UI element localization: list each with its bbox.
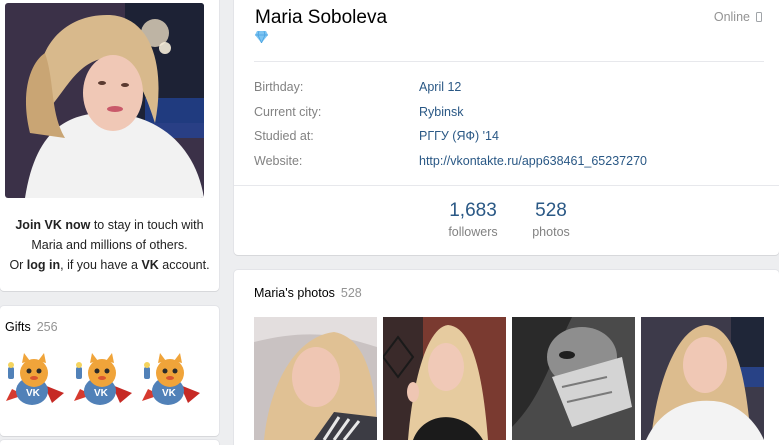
education-link[interactable]: РГГУ (ЯФ) '14 [419,129,499,143]
photos-title: Maria's photos [254,286,335,300]
followers-count: 1,683 [449,200,497,221]
phone-icon [756,12,762,22]
join-text-3: Or [9,258,27,272]
cat-gift-icon[interactable]: VK [140,349,202,411]
divider [254,61,764,62]
city-link[interactable]: Rybinsk [419,105,463,119]
vk-brand-text: VK [141,258,159,272]
followers-label: followers [448,225,498,239]
photos-title-count: 528 [340,286,362,300]
svg-text:VK: VK [94,388,109,399]
page-title: Maria Soboleva [255,7,388,28]
gifts-card: Gifts 256 VK VK VK [0,306,219,436]
followers-counter[interactable]: 1,683 followers [440,199,506,241]
divider [234,185,779,186]
birthday-link[interactable]: April 12 [419,80,461,94]
photos-count: 528 [535,200,567,221]
photos-counter[interactable]: 528 photos [524,199,578,241]
join-text-5: account. [158,258,210,272]
next-card [0,440,219,445]
photo-thumbnail[interactable] [641,317,764,440]
info-label: Studied at: [254,129,314,143]
info-label: Current city: [254,105,322,119]
diamond-icon[interactable] [255,31,268,43]
svg-text:VK: VK [26,388,41,399]
photo-thumbnail[interactable] [512,317,635,440]
login-link[interactable]: log in [27,258,60,272]
info-label: Website: [254,154,303,168]
profile-info-card: Maria Soboleva Online Birthday: April 12… [234,0,779,255]
join-text-2: Maria and millions of others. [31,238,188,252]
photos-card: Maria's photos 528 [234,270,779,445]
info-row-website: Website: http://vkontakte.ru/app638461_6… [254,154,647,168]
join-prompt: Join VK now to stay in touch with Maria … [0,215,219,275]
join-link[interactable]: Join VK now [15,218,90,232]
info-row-city: Current city: Rybinsk [254,105,463,119]
cat-gift-icon[interactable]: VK [72,349,134,411]
website-link[interactable]: http://vkontakte.ru/app638461_65237270 [419,154,647,168]
join-text-1: to stay in touch with [90,218,204,232]
photos-label: photos [532,225,570,239]
svg-text:VK: VK [162,388,177,399]
online-status: Online [714,10,762,24]
photos-header[interactable]: Maria's photos 528 [254,286,362,300]
gifts-title: Gifts [5,320,31,334]
gifts-count: 256 [36,320,58,334]
gifts-header[interactable]: Gifts 256 [5,320,58,334]
avatar[interactable] [5,3,204,198]
photo-thumbnail[interactable] [383,317,506,440]
profile-avatar-card: Join VK now to stay in touch with Maria … [0,0,219,291]
info-row-education: Studied at: РГГУ (ЯФ) '14 [254,129,499,143]
online-label: Online [713,10,750,24]
info-label: Birthday: [254,80,304,94]
photo-thumbnail[interactable] [254,317,377,440]
join-text-4: , if you have a [60,258,142,272]
info-row-birthday: Birthday: April 12 [254,80,461,94]
cat-gift-icon[interactable]: VK [4,349,66,411]
